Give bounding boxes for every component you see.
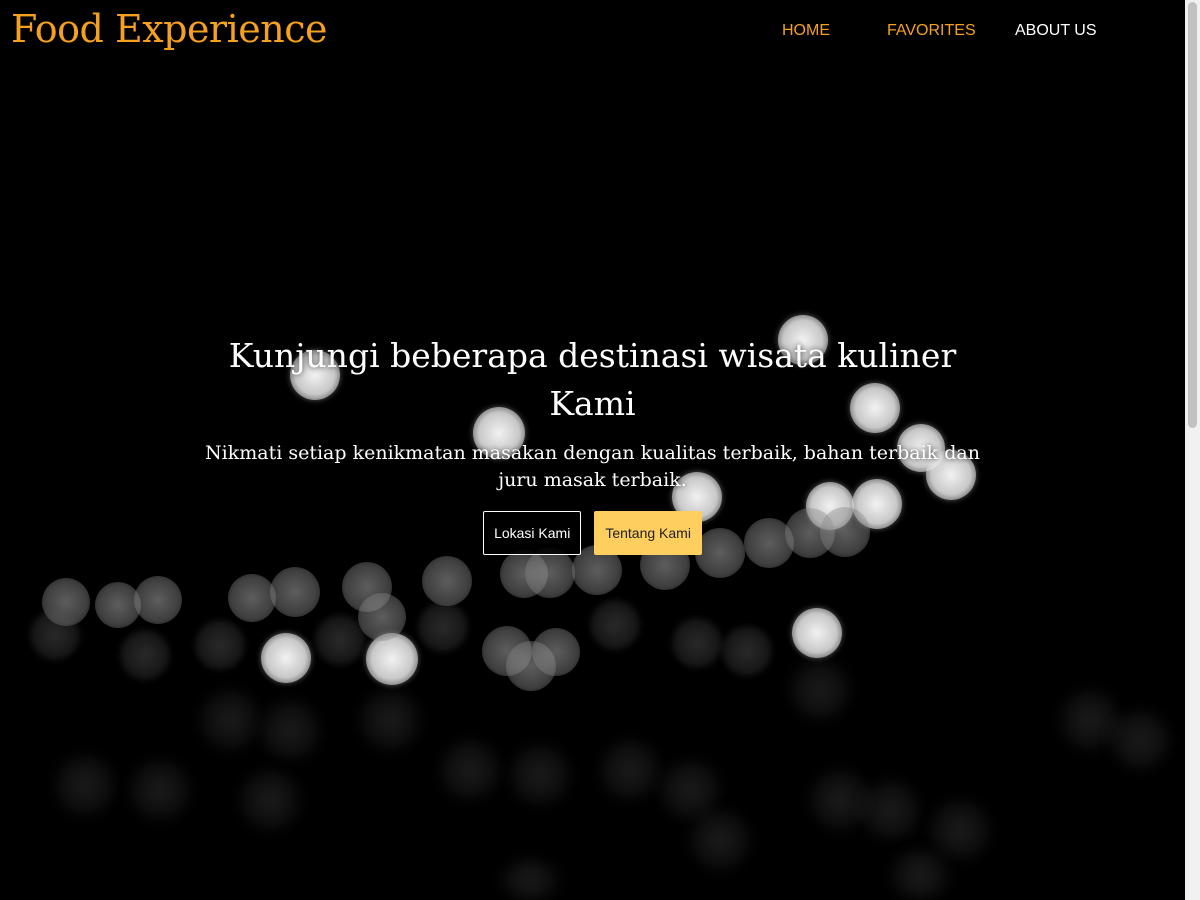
nav-links: HOME FAVORITES ABOUT US [0,21,1185,43]
navbar: Food Experience HOME FAVORITES ABOUT US [0,0,1185,62]
bokeh-light [228,574,276,622]
nav-link-about-us[interactable]: ABOUT US [1015,21,1097,41]
hero-subtitle: Nikmati setiap kenikmatan masakan dengan… [205,442,980,491]
hero-title: Kunjungi beberapa destinasi wisata kulin… [228,336,957,423]
bokeh-light [440,740,500,800]
bokeh-light [134,576,182,624]
page-scrollbar[interactable] [1185,0,1200,900]
bokeh-light [1110,710,1170,770]
bokeh-light [195,620,245,670]
hero-buttons: Lokasi Kami Tentang Kami [200,511,985,555]
bokeh-light [360,690,420,750]
nav-link-favorites[interactable]: FAVORITES [887,21,976,41]
lokasi-kami-button[interactable]: Lokasi Kami [483,511,582,555]
bokeh-light [930,800,990,860]
bokeh-light [525,548,575,598]
bokeh-light [890,850,950,900]
bokeh-light [358,593,406,641]
hero-section: Kunjungi beberapa destinasi wisata kulin… [200,332,985,555]
scrollbar-thumb[interactable] [1188,2,1197,428]
bokeh-light [120,630,170,680]
bokeh-light [55,755,115,815]
bokeh-light [260,700,320,760]
bokeh-light [690,810,750,870]
bokeh-light [500,860,560,900]
bokeh-light [240,770,300,830]
bokeh-light [722,626,772,676]
bokeh-light [532,628,580,676]
nav-link-home[interactable]: HOME [782,21,830,41]
bokeh-light [510,745,570,805]
bokeh-light [418,602,468,652]
bokeh-light [860,780,920,840]
bokeh-light [130,760,190,820]
bokeh-light [315,615,365,665]
bokeh-light [261,633,311,683]
bokeh-light [600,740,660,800]
bokeh-light [270,567,320,617]
bokeh-light [672,618,722,668]
bokeh-light [200,690,260,750]
page: Food Experience HOME FAVORITES ABOUT US … [0,0,1185,900]
bokeh-light [792,608,842,658]
bokeh-light [366,633,418,685]
bokeh-light [422,556,472,606]
tentang-kami-button[interactable]: Tentang Kami [594,511,702,555]
bokeh-light [790,660,850,720]
bokeh-light [590,600,640,650]
bokeh-light [30,610,80,660]
